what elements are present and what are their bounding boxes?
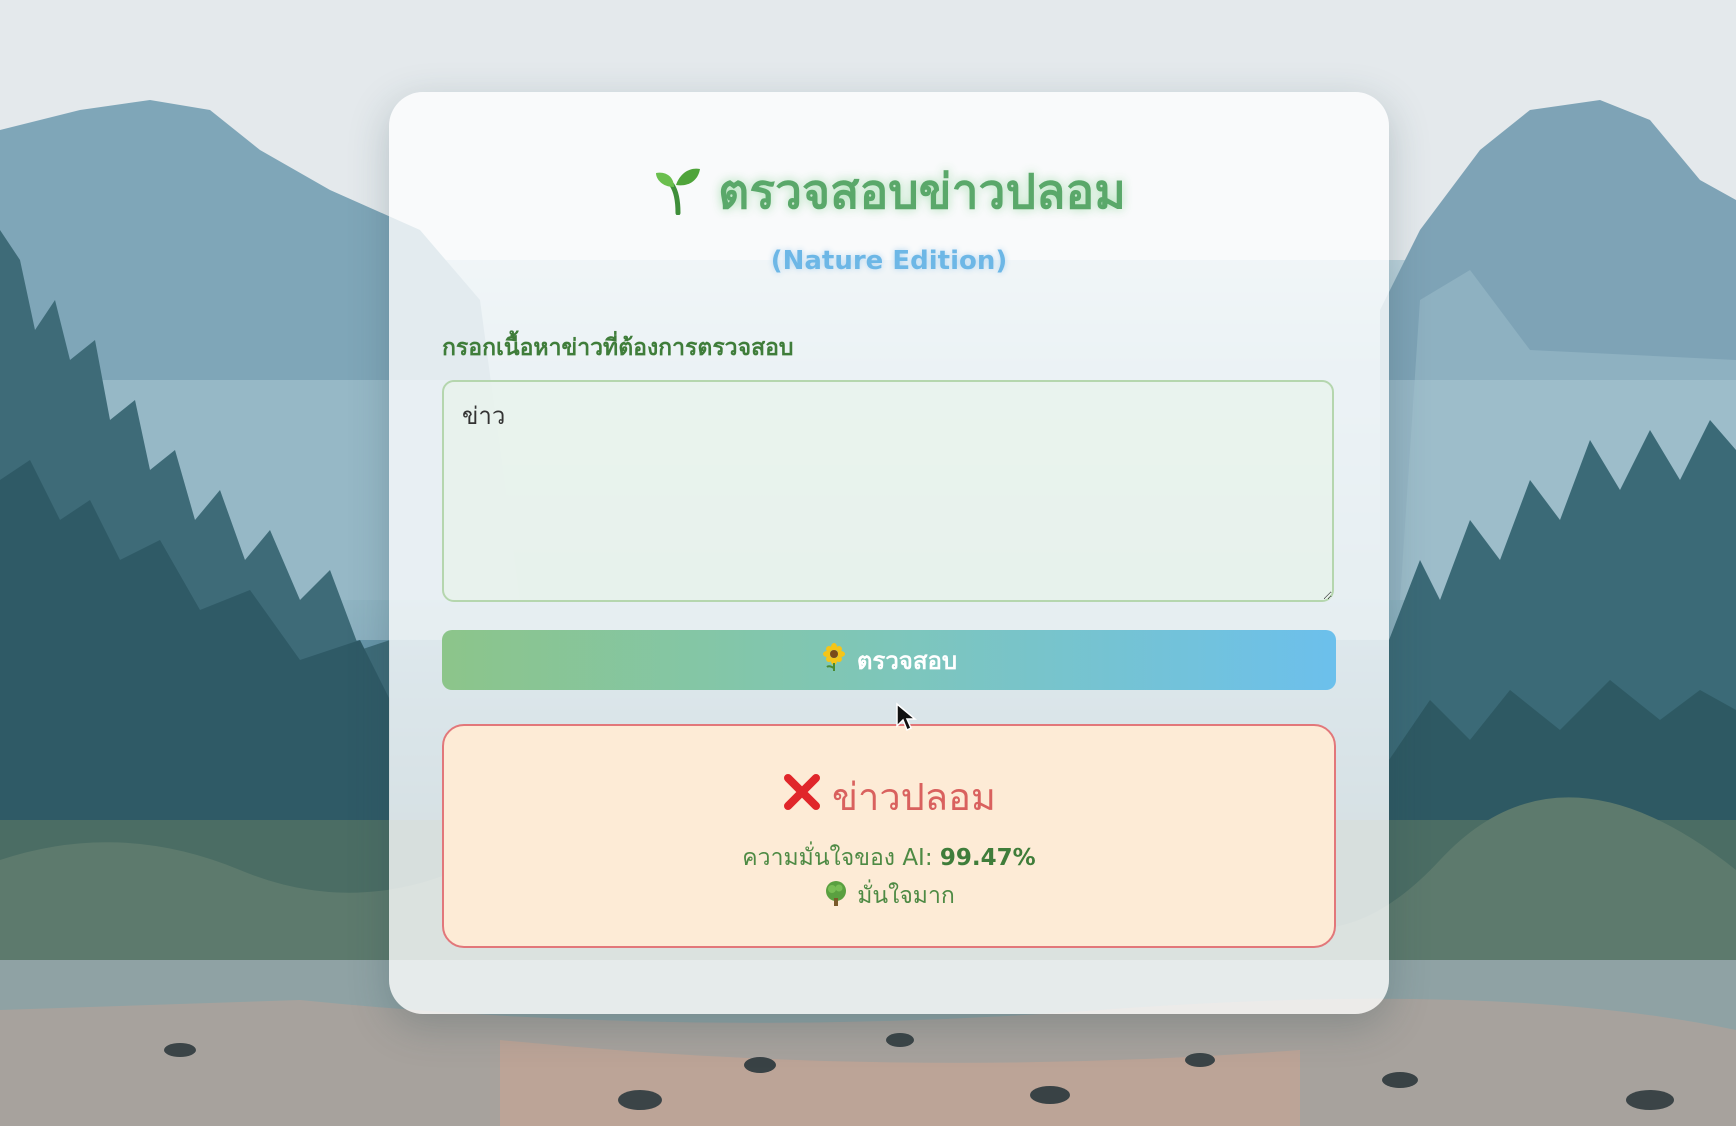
check-button-label: ตรวจสอบ (856, 646, 958, 675)
check-button[interactable]: ตรวจสอบ (442, 630, 1336, 690)
checker-card: ตรวจสอบข่าวปลอม (Nature Edition) กรอกเนื… (389, 92, 1389, 1014)
news-content-label: กรอกเนื้อหาข่าวที่ต้องการตรวจสอบ (442, 335, 794, 361)
sprout-icon (652, 163, 704, 227)
result-panel: ข่าวปลอม ความมั่นใจของ AI: 99.47% มั่นใจ… (442, 724, 1336, 948)
tree-icon (823, 880, 849, 912)
verdict-text: ข่าวปลอม (832, 775, 996, 819)
page-subtitle: (Nature Edition) (770, 246, 1008, 276)
confidence-level-text: มั่นใจมาก (857, 883, 955, 909)
verdict-heading: ข่าวปลอม (444, 766, 1334, 827)
confidence-line: ความมั่นใจของ AI: 99.47% (444, 840, 1334, 876)
page-title: ตรวจสอบข่าวปลอม (389, 154, 1389, 230)
confidence-level: มั่นใจมาก (444, 878, 1334, 914)
confidence-label: ความมั่นใจของ AI: (742, 845, 933, 871)
mouse-pointer-icon (895, 702, 918, 736)
confidence-value: 99.47% (939, 845, 1036, 871)
cross-mark-icon (782, 772, 822, 821)
sunflower-icon (821, 643, 847, 677)
news-content-input[interactable]: ข่าว (442, 380, 1334, 602)
